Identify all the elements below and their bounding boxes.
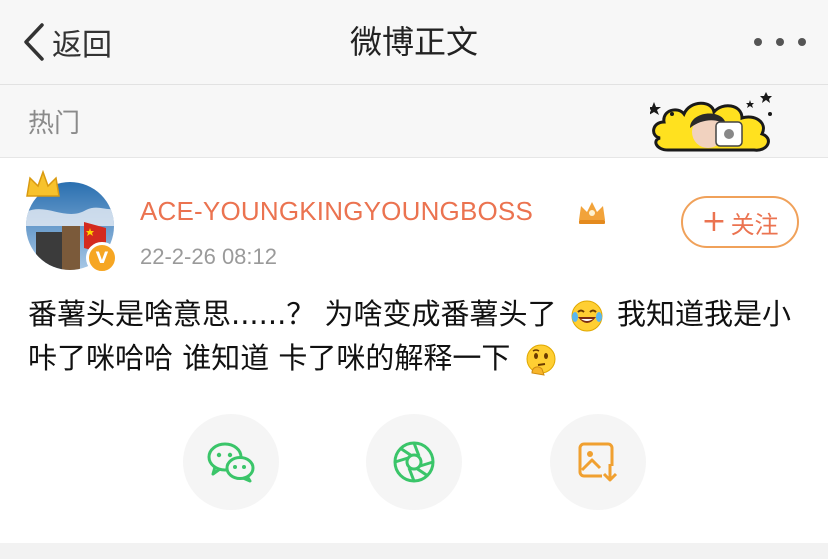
post-content: 番薯头是啥意思......？ 为啥变成番薯头了 我知道我是小咔了咪哈哈 谁知道 …	[28, 292, 808, 380]
verified-badge: V	[86, 242, 118, 274]
more-button[interactable]	[754, 30, 806, 54]
page-title: 微博正文	[349, 23, 478, 61]
moments-icon	[393, 441, 435, 483]
more-dot	[798, 38, 806, 46]
wechat-icon	[207, 442, 255, 483]
more-dot	[754, 38, 762, 46]
plus-icon: +	[701, 204, 727, 239]
vip-crown-icon	[579, 202, 605, 224]
save-image-icon	[578, 442, 618, 482]
save-image-button[interactable]	[550, 414, 646, 510]
follow-label: 关注	[730, 210, 779, 239]
nav-bar: 返回 微博正文	[0, 0, 828, 85]
crown-icon	[26, 170, 60, 197]
username-link[interactable]: ACE-YOUNGKINGYOUNGBOSS	[140, 196, 533, 227]
follow-button[interactable]: + 关注	[681, 196, 799, 248]
bottom-divider	[0, 543, 828, 559]
avatar-wrap[interactable]: V	[24, 170, 124, 276]
laughing-crying-emoji-icon	[571, 300, 603, 332]
share-wechat-button[interactable]	[183, 414, 279, 510]
thinking-emoji-icon	[526, 344, 556, 376]
post-text-part1: 番薯头是啥意思......？ 为啥变成番薯头了	[28, 297, 557, 331]
more-dot	[776, 38, 784, 46]
decorative-sticker	[650, 92, 772, 152]
share-moments-button[interactable]	[366, 414, 462, 510]
hot-label: 热门	[28, 109, 81, 139]
post-timestamp: 22-2-26 08:12	[140, 244, 277, 269]
